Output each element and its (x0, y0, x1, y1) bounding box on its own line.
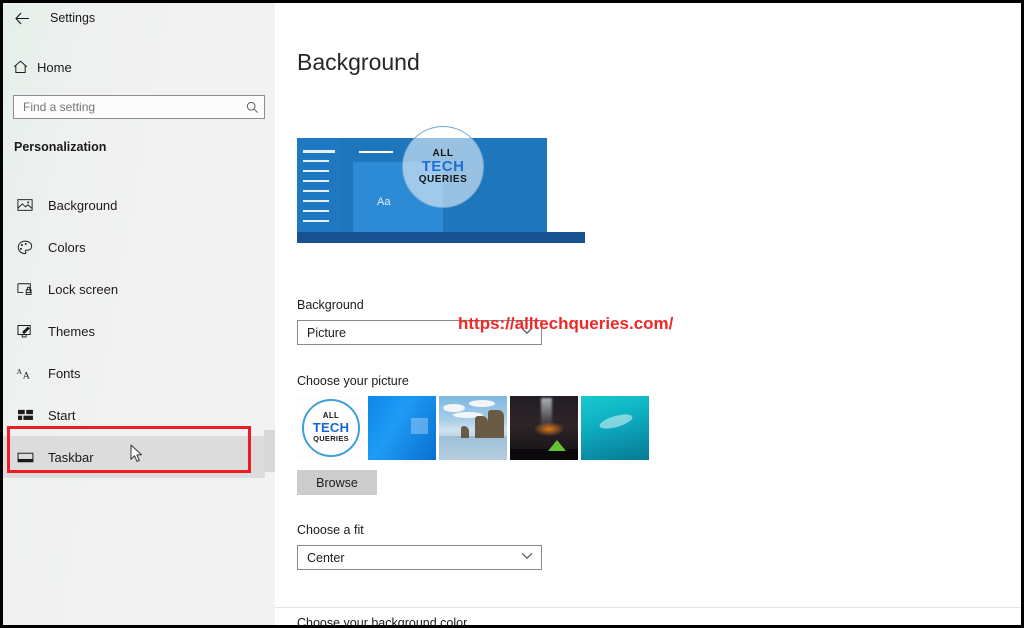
palette-icon (11, 240, 39, 255)
background-color-label: Choose your background color (297, 616, 468, 628)
sidebar-nav-list: Background Colors Lock screen Themes A A… (3, 184, 275, 478)
back-arrow-icon[interactable] (3, 3, 41, 33)
svg-text:A: A (23, 370, 31, 381)
sidebar-item-start[interactable]: Start (3, 394, 275, 436)
app-title: Settings (50, 11, 96, 25)
fit-value: Center (307, 550, 345, 565)
sidebar-item-themes-label: Themes (48, 323, 95, 339)
taskbar-icon (11, 451, 39, 464)
sidebar-item-fonts[interactable]: A A Fonts (3, 352, 275, 394)
start-icon (11, 408, 39, 422)
title-bar: Settings (3, 3, 275, 33)
choose-picture-label: Choose your picture (297, 374, 409, 388)
svg-text:A: A (16, 366, 22, 375)
background-label: Background (297, 298, 364, 312)
search-icon (240, 101, 264, 114)
sidebar-item-lock-screen[interactable]: Lock screen (3, 268, 275, 310)
sidebar-section-title: Personalization (14, 140, 107, 154)
thumbnail-windows-blue-wallpaper[interactable] (368, 396, 436, 460)
sidebar-item-themes[interactable]: Themes (3, 310, 275, 352)
background-preview: Aa ALL TECH QUERIES (297, 118, 585, 254)
sidebar-item-taskbar-label: Taskbar (48, 449, 94, 465)
image-icon (11, 198, 39, 212)
picture-thumbnail-list: ALL TECH QUERIES (297, 396, 649, 460)
thumbnail-all-tech-queries-logo[interactable]: ALL TECH QUERIES (297, 396, 365, 460)
preview-logo-line2: TECH (421, 158, 465, 176)
browse-button[interactable]: Browse (297, 470, 377, 495)
thumbnail-beach-sea-stacks-wallpaper[interactable] (439, 396, 507, 460)
preview-sample-text: Aa (377, 196, 391, 208)
themes-icon (11, 324, 39, 339)
preview-taskbar (297, 232, 585, 243)
fit-dropdown[interactable]: Center (297, 545, 542, 570)
sidebar-item-home[interactable]: Home (3, 53, 275, 81)
chevron-down-icon (521, 552, 533, 563)
lock-screen-icon (11, 282, 39, 296)
site-url-watermark: https://alltechqueries.com/ (458, 314, 674, 333)
thumbnail-night-camping-wallpaper[interactable] (510, 396, 578, 460)
preview-logo-line3: QUERIES (418, 173, 468, 185)
settings-sidebar: Settings Home Personalization (3, 3, 278, 625)
preview-app-titlebar (359, 151, 393, 153)
background-type-value: Picture (307, 325, 346, 340)
thumbnail-logo-line3: QUERIES (313, 434, 349, 444)
sidebar-item-lock-screen-label: Lock screen (48, 281, 119, 297)
sidebar-item-home-label: Home (37, 59, 72, 75)
settings-window: Settings Home Personalization (0, 0, 1024, 628)
sidebar-item-colors-label: Colors (48, 239, 86, 255)
mouse-cursor-icon (130, 444, 144, 464)
sidebar-item-colors[interactable]: Colors (3, 226, 275, 268)
preview-logo-watermark: ALL TECH QUERIES (402, 126, 484, 208)
sidebar-item-start-label: Start (48, 407, 76, 423)
sidebar-item-fonts-label: Fonts (48, 365, 81, 381)
content-bottom-edge (275, 607, 1021, 608)
page-title: Background (297, 49, 420, 75)
search-input[interactable] (13, 95, 265, 119)
thumbnail-logo-line2: TECH (312, 420, 350, 436)
choose-fit-label: Choose a fit (297, 523, 364, 537)
home-icon (3, 60, 37, 74)
fonts-icon: A A (11, 366, 39, 381)
search-field[interactable] (14, 100, 240, 114)
thumbnail-underwater-diver-wallpaper[interactable] (581, 396, 649, 460)
sidebar-item-background[interactable]: Background (3, 184, 275, 226)
sidebar-item-background-label: Background (48, 197, 118, 213)
